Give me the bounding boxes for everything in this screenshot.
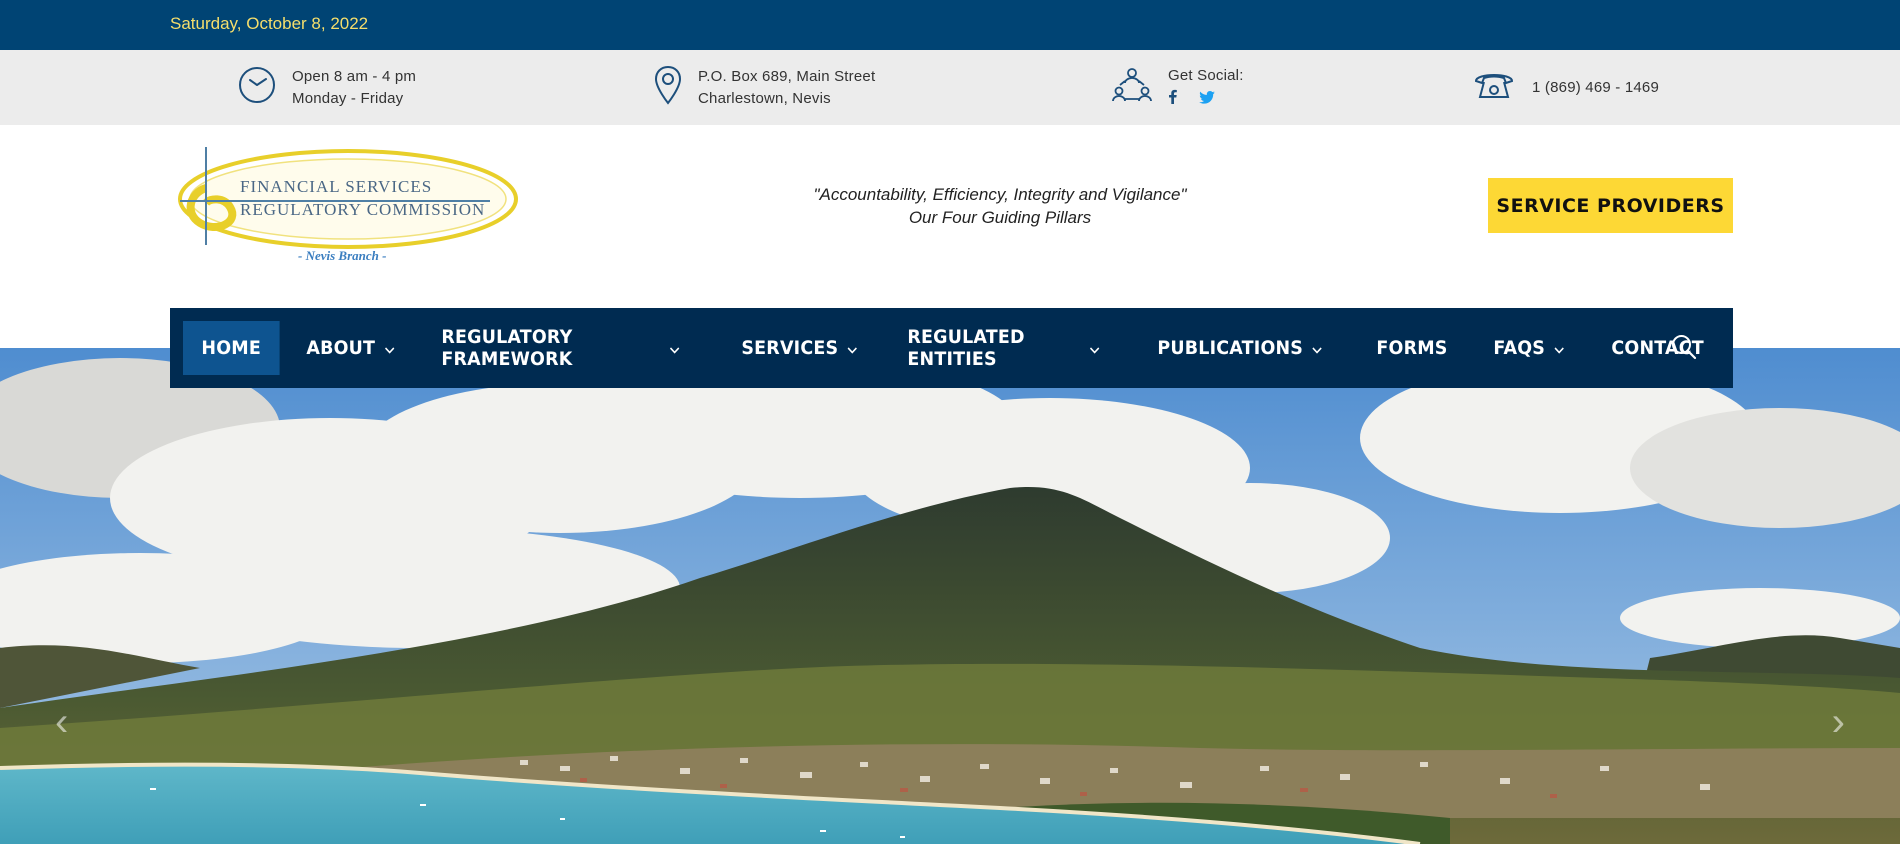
nav-publications[interactable]: PUBLICATIONS bbox=[1139, 321, 1341, 375]
office-hours: Open 8 am - 4 pm Monday - Friday bbox=[238, 50, 416, 125]
chevron-down-icon bbox=[847, 337, 858, 359]
facebook-icon[interactable] bbox=[1168, 89, 1177, 111]
nav-regulatory-framework[interactable]: REGULATORY FRAMEWORK bbox=[423, 321, 698, 375]
nav-label: REGULATORY FRAMEWORK bbox=[441, 326, 573, 370]
tagline-line2: Our Four Guiding Pillars bbox=[908, 208, 1092, 227]
service-providers-button[interactable]: SERVICE PROVIDERS bbox=[1488, 178, 1733, 233]
nav-label: SERVICES bbox=[741, 337, 839, 359]
chevron-down-icon bbox=[1555, 337, 1565, 359]
phone-number[interactable]: 1 (869) 469 - 1469 bbox=[1532, 77, 1659, 99]
nav-services[interactable]: SERVICES bbox=[723, 321, 876, 375]
social-label: Get Social: bbox=[1168, 66, 1244, 84]
clock-icon bbox=[238, 66, 276, 109]
nav-forms[interactable]: FORMS bbox=[1358, 321, 1466, 375]
address-line1: P.O. Box 689, Main Street bbox=[698, 67, 876, 85]
phone-info: 1 (869) 469 - 1469 bbox=[1474, 50, 1659, 125]
chevron-down-icon bbox=[670, 337, 681, 359]
nav-label: REGULATED ENTITIES bbox=[907, 326, 1025, 370]
chevron-down-icon bbox=[1090, 337, 1100, 359]
hours-line1: Open 8 am - 4 pm bbox=[292, 67, 417, 85]
chevron-down-icon bbox=[384, 337, 394, 359]
chevron-down-icon bbox=[1312, 337, 1322, 359]
hours-line2: Monday - Friday bbox=[292, 89, 404, 107]
nav-contact[interactable]: CONTACT bbox=[1593, 321, 1722, 375]
nav-faqs[interactable]: FAQS bbox=[1475, 321, 1583, 375]
people-network-icon bbox=[1112, 65, 1152, 110]
nav-label: FORMS bbox=[1376, 337, 1448, 359]
guiding-pillars-tagline: "Accountability, Efficiency, Integrity a… bbox=[700, 183, 1300, 229]
nav-label: ABOUT bbox=[306, 337, 375, 359]
fsrc-logo[interactable]: FINANCIAL SERVICES REGULATORY COMMISSION… bbox=[170, 143, 520, 273]
nav-regulated-entities[interactable]: REGULATED ENTITIES bbox=[889, 321, 1118, 375]
tagline-line1: "Accountability, Efficiency, Integrity a… bbox=[813, 185, 1187, 204]
carousel-next-icon[interactable]: › bbox=[1832, 700, 1845, 745]
nav-label: HOME bbox=[201, 337, 261, 359]
carousel-prev-icon[interactable]: ‹ bbox=[55, 700, 68, 745]
nav-label: PUBLICATIONS bbox=[1157, 337, 1303, 359]
current-date: Saturday, October 8, 2022 bbox=[170, 14, 369, 33]
hero-banner-image: ‹ › bbox=[0, 348, 1900, 844]
logo-line2: REGULATORY COMMISSION bbox=[240, 200, 485, 219]
address-line2: Charlestown, Nevis bbox=[698, 89, 831, 107]
nav-about[interactable]: ABOUT bbox=[288, 321, 413, 375]
search-icon[interactable] bbox=[1671, 334, 1697, 365]
telephone-icon bbox=[1474, 69, 1514, 106]
social-links: Get Social: bbox=[1112, 50, 1244, 125]
twitter-icon[interactable] bbox=[1199, 89, 1215, 111]
nav-home[interactable]: HOME bbox=[183, 321, 280, 375]
office-address: P.O. Box 689, Main Street Charlestown, N… bbox=[654, 50, 875, 125]
top-date-bar: Saturday, October 8, 2022 bbox=[0, 0, 1900, 50]
main-navigation: HOME ABOUT REGULATORY FRAMEWORK SERVICES… bbox=[170, 308, 1733, 388]
logo-branch: - Nevis Branch - bbox=[298, 248, 386, 263]
logo-line1: FINANCIAL SERVICES bbox=[240, 177, 432, 196]
map-pin-icon bbox=[654, 65, 682, 110]
nav-label: FAQS bbox=[1493, 337, 1546, 359]
contact-info-bar: Open 8 am - 4 pm Monday - Friday P.O. Bo… bbox=[0, 50, 1900, 125]
